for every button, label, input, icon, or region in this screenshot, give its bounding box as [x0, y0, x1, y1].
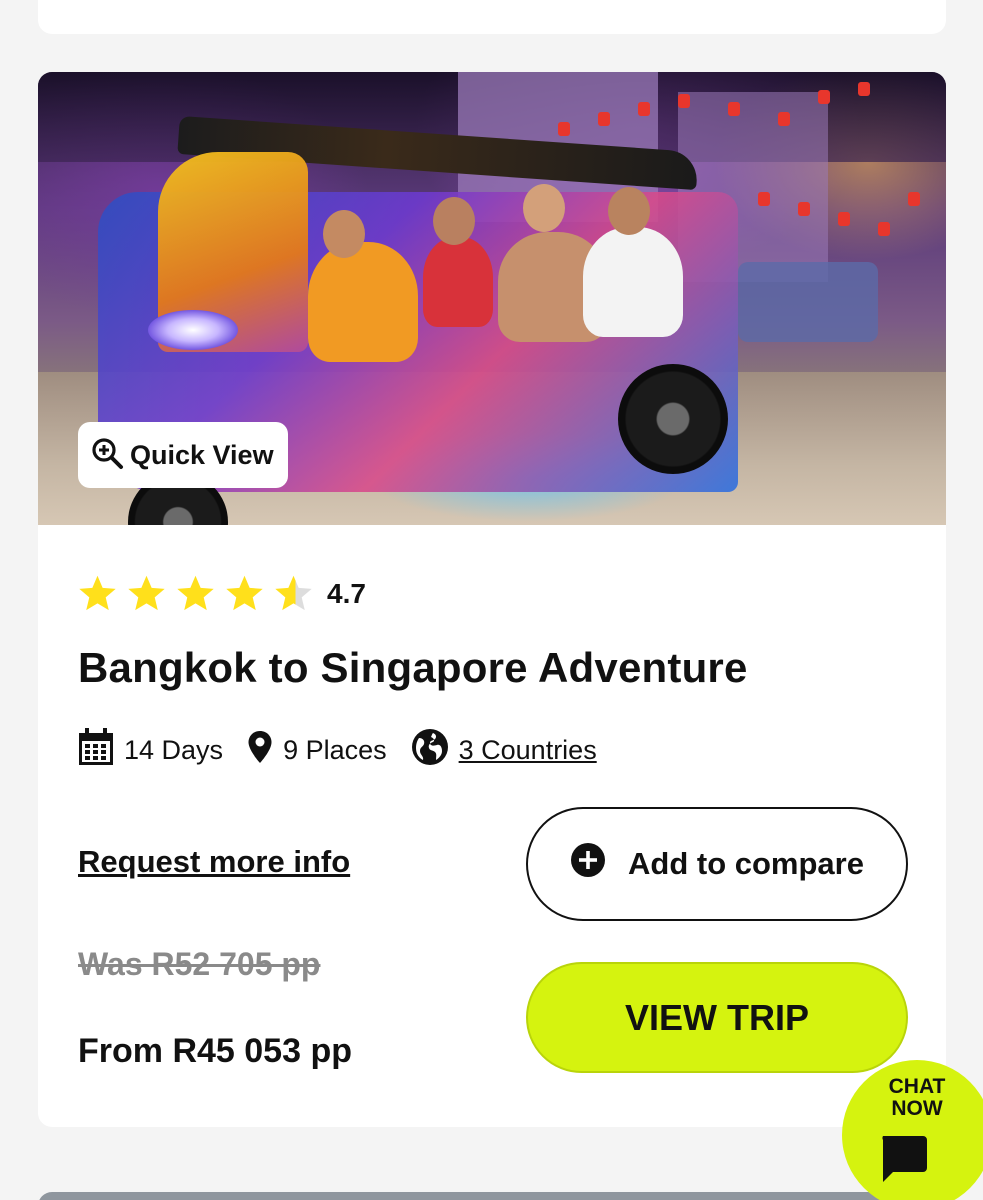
- calendar-icon: [78, 728, 114, 773]
- quick-view-label: Quick View: [130, 439, 274, 470]
- photo-background-tuktuk: [738, 262, 878, 342]
- chat-now-button[interactable]: CHAT NOW: [842, 1060, 983, 1200]
- photo-person: [583, 227, 683, 337]
- zoom-plus-icon: [90, 436, 124, 475]
- trip-card: Quick View 4.7 Bangkok to Singapore Adve…: [38, 72, 946, 1127]
- chat-bubble-icon: [877, 1132, 929, 1189]
- trip-duration: 14 Days: [78, 728, 223, 773]
- photo-person-head: [523, 184, 565, 232]
- photo-lantern: [778, 112, 790, 126]
- rating: 4.7: [78, 575, 366, 612]
- trip-meta: 14 Days 9 Places 3 Countries: [78, 728, 621, 773]
- photo-person: [423, 237, 493, 327]
- photo-lantern: [678, 94, 690, 108]
- photo-lantern: [758, 192, 770, 206]
- photo-lantern: [558, 122, 570, 136]
- location-pin-icon: [247, 730, 273, 771]
- photo-headlamp: [148, 310, 238, 350]
- plus-circle-icon: [570, 842, 606, 886]
- request-more-info-link[interactable]: Request more info: [78, 844, 350, 880]
- next-trip-card: [38, 1192, 946, 1200]
- star-icon: [177, 575, 214, 611]
- photo-person-head: [323, 210, 365, 258]
- quick-view-button[interactable]: Quick View: [78, 422, 288, 488]
- original-price: Was R52 705 pp: [78, 946, 321, 982]
- photo-lantern: [908, 192, 920, 206]
- trip-places: 9 Places: [247, 730, 387, 771]
- photo-person-head: [433, 197, 475, 245]
- star-rating: [78, 575, 313, 612]
- photo-lantern: [598, 112, 610, 126]
- globe-icon: [411, 728, 449, 773]
- photo-person: [308, 242, 418, 362]
- add-to-compare-button[interactable]: Add to compare: [526, 807, 908, 921]
- photo-lantern: [838, 212, 850, 226]
- photo-lantern: [858, 82, 870, 96]
- countries-link[interactable]: 3 Countries: [459, 735, 597, 766]
- photo-lantern: [818, 90, 830, 104]
- days-label: 14 Days: [124, 735, 224, 765]
- photo-lantern: [638, 102, 650, 116]
- trip-photo[interactable]: Quick View: [38, 72, 946, 525]
- star-icon: [79, 575, 116, 611]
- previous-trip-card: [38, 0, 946, 34]
- view-trip-button[interactable]: VIEW TRIP: [526, 962, 908, 1073]
- star-icon: [128, 575, 165, 611]
- photo-lantern: [728, 102, 740, 116]
- star-icon: [226, 575, 263, 611]
- photo-lantern: [798, 202, 810, 216]
- places-label: 9 Places: [283, 735, 387, 765]
- chat-now-label: CHAT NOW: [888, 1075, 946, 1120]
- half-star-icon: [275, 575, 312, 611]
- photo-person-head: [608, 187, 650, 235]
- photo-lantern: [878, 222, 890, 236]
- trip-countries[interactable]: 3 Countries: [411, 728, 597, 773]
- compare-label: Add to compare: [628, 846, 864, 881]
- photo-wheel: [618, 364, 728, 474]
- rating-value: 4.7: [327, 577, 366, 609]
- trip-title[interactable]: Bangkok to Singapore Adventure: [78, 644, 748, 692]
- page: Quick View 4.7 Bangkok to Singapore Adve…: [0, 0, 983, 1200]
- view-trip-label: VIEW TRIP: [624, 996, 809, 1038]
- current-price: From R45 053 pp: [78, 1032, 352, 1070]
